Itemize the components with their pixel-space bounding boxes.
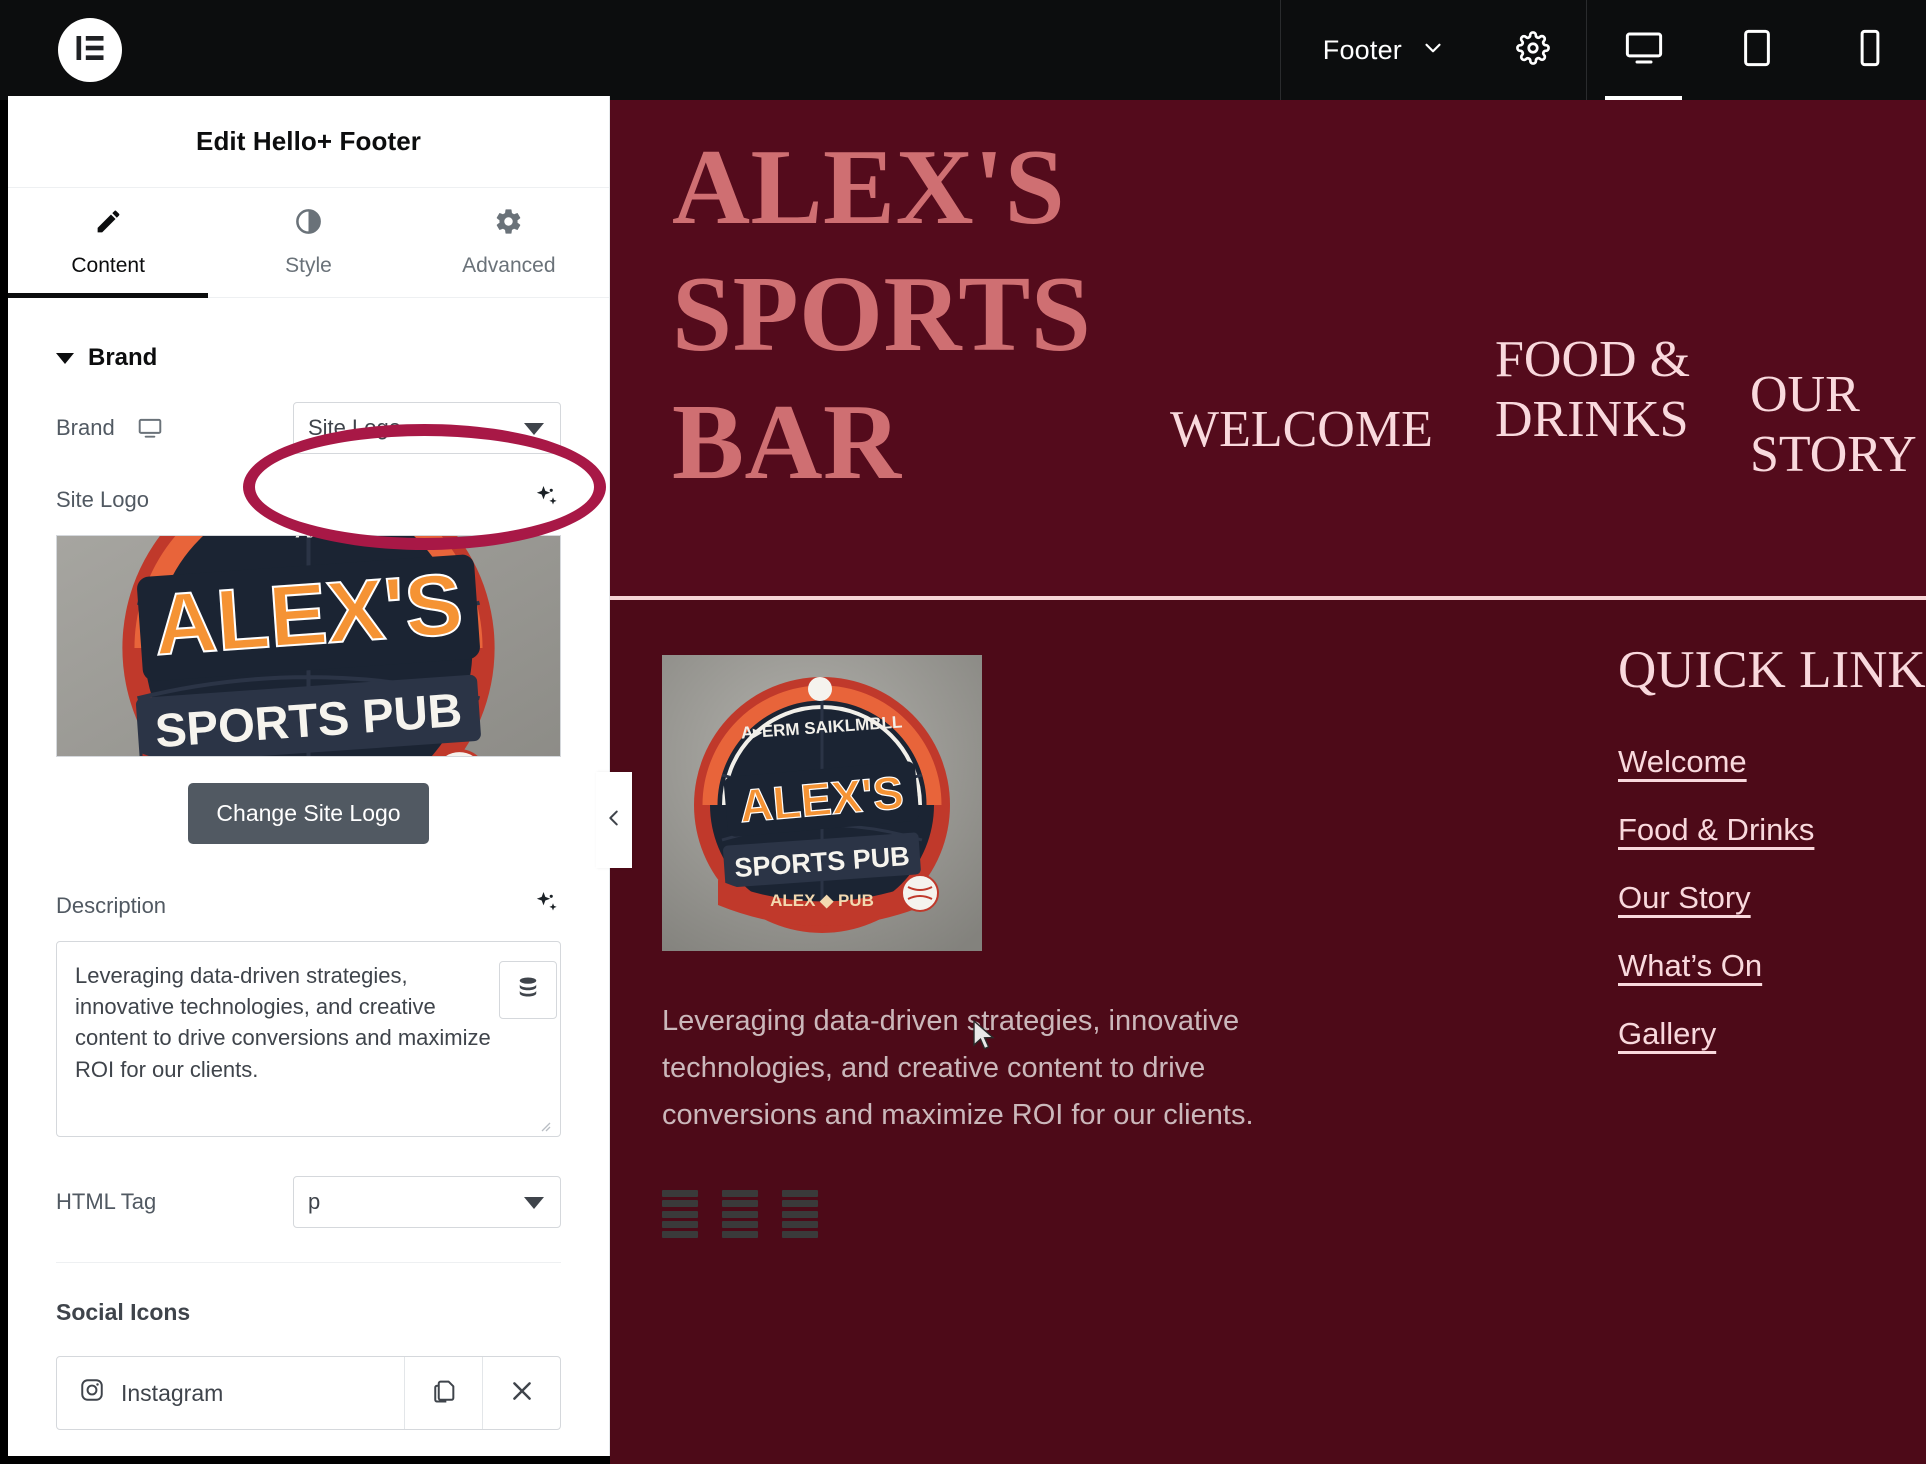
footer-logo-image[interactable]: A▸ERM SAIKLMBLL ALEX'S SPORTS PUB ALEX ◆… — [662, 655, 982, 951]
nav-item-welcome[interactable]: WELCOME — [1170, 400, 1433, 460]
hero-section: ALEX'S SPORTS BAR WELCOME FOOD & DRINKS … — [610, 100, 1926, 600]
social-placeholder-icon[interactable] — [782, 1190, 818, 1238]
sparkle-ai-icon[interactable] — [531, 482, 561, 517]
social-icon-label: Instagram — [121, 1379, 224, 1406]
mouse-cursor — [973, 1020, 995, 1050]
social-placeholder-icon[interactable] — [662, 1190, 698, 1238]
quick-links-title: QUICK LINKS — [1618, 641, 1926, 699]
document-switcher[interactable]: Footer — [1279, 0, 1480, 100]
control-brand-label: Brand — [56, 415, 115, 440]
mobile-icon — [1849, 27, 1891, 74]
site-nav: WELCOME FOOD & DRINKS OUR STORY — [1140, 100, 1926, 600]
pencil-icon — [94, 207, 123, 242]
description-textarea[interactable] — [56, 941, 561, 1137]
change-logo-row: Change Site Logo — [8, 783, 609, 844]
control-html-tag: HTML Tag p — [8, 1176, 609, 1228]
desktop-icon[interactable] — [137, 415, 163, 441]
footer-social-icons — [662, 1190, 818, 1238]
site-logo-label: Site Logo — [56, 486, 149, 512]
chevron-left-icon — [603, 807, 625, 834]
brand-select-value: Site Logo — [308, 415, 401, 440]
close-icon — [508, 1377, 536, 1410]
social-icons-heading: Social Icons — [56, 1299, 191, 1325]
html-tag-select[interactable]: p — [293, 1176, 561, 1228]
caret-down-icon — [56, 352, 74, 364]
duplicate-icon — [430, 1377, 458, 1410]
tab-style[interactable]: Style — [208, 188, 408, 297]
device-tablet-button[interactable] — [1700, 0, 1813, 100]
instagram-icon — [79, 1377, 105, 1409]
quick-link-food-drinks[interactable]: Food & Drinks — [1618, 812, 1926, 848]
quick-link-gallery[interactable]: Gallery — [1618, 1016, 1926, 1052]
social-icon-row-main[interactable]: Instagram — [57, 1357, 404, 1429]
sparkle-ai-icon[interactable] — [531, 888, 561, 923]
device-preview-group — [1586, 0, 1926, 100]
select-caret-icon — [524, 1197, 544, 1209]
document-settings-button[interactable] — [1480, 0, 1586, 100]
gear-icon — [1516, 30, 1550, 70]
quick-link-our-story[interactable]: Our Story — [1618, 880, 1926, 916]
svg-text:ALEX ◆ PUB: ALEX ◆ PUB — [770, 891, 874, 910]
chevron-down-icon — [1420, 35, 1446, 66]
section-brand-header[interactable]: Brand — [8, 298, 609, 402]
half-circle-icon — [294, 207, 323, 242]
footer-section: A▸ERM SAIKLMBLL ALEX'S SPORTS PUB ALEX ◆… — [610, 600, 1926, 1460]
elementor-logo-button[interactable] — [58, 18, 122, 82]
device-mobile-button[interactable] — [1813, 0, 1926, 100]
editor-topbar: Footer — [0, 0, 1926, 100]
desktop-icon — [1623, 27, 1665, 74]
brand-select[interactable]: Site Logo — [293, 402, 561, 454]
duplicate-social-icon-button[interactable] — [404, 1357, 482, 1429]
site-logo-label-row: Site Logo — [8, 482, 609, 517]
change-site-logo-button[interactable]: Change Site Logo — [188, 783, 429, 844]
panel-tabs: Content Style Advanced — [8, 188, 609, 298]
editor-panel: Edit Hello+ Footer Content Style Advance… — [8, 96, 610, 1456]
tab-advanced[interactable]: Advanced — [409, 188, 609, 297]
dynamic-tags-button[interactable] — [499, 961, 557, 1019]
tab-content[interactable]: Content — [8, 188, 209, 298]
panel-body: Brand Brand Site Logo Site Logo ALEX'S S… — [8, 298, 609, 1440]
select-caret-icon — [524, 423, 544, 435]
preview-canvas: ALEX'S SPORTS BAR WELCOME FOOD & DRINKS … — [610, 100, 1926, 1464]
html-tag-value: p — [308, 1189, 321, 1214]
description-label-row: Description — [8, 888, 609, 923]
quick-link-welcome[interactable]: Welcome — [1618, 744, 1926, 780]
svg-text:A▸: A▸ — [295, 535, 323, 542]
database-icon — [515, 975, 541, 1006]
document-label: Footer — [1322, 34, 1402, 65]
tab-content-label: Content — [71, 254, 145, 277]
site-logo-preview[interactable]: ALEX'S SPORTS PUB A▸ — [56, 535, 561, 757]
app-root: Footer ALEX'S SPORTS BAR WELCOME FOOD & … — [0, 0, 1926, 1464]
panel-collapse-handle[interactable] — [596, 772, 632, 868]
section-brand-title: Brand — [88, 344, 158, 371]
panel-title: Edit Hello+ Footer — [8, 96, 609, 188]
tablet-icon — [1736, 27, 1778, 74]
description-field-wrap — [56, 941, 561, 1142]
control-brand: Brand Site Logo — [8, 402, 609, 454]
quick-links-column: QUICK LINKS Welcome Food & Drinks Our St… — [1618, 640, 1926, 1084]
remove-social-icon-button[interactable] — [482, 1357, 560, 1429]
social-placeholder-icon[interactable] — [722, 1190, 758, 1238]
tab-advanced-label: Advanced — [462, 254, 556, 277]
device-desktop-button[interactable] — [1587, 0, 1700, 100]
nav-item-food-drinks[interactable]: FOOD & DRINKS — [1495, 330, 1695, 451]
html-tag-label: HTML Tag — [56, 1189, 157, 1214]
tab-style-label: Style — [285, 254, 332, 277]
gear-icon — [494, 207, 523, 242]
description-label: Description — [56, 892, 167, 918]
elementor-logo-icon — [72, 30, 108, 71]
site-title: ALEX'S SPORTS BAR — [672, 128, 1092, 502]
quick-link-whats-on[interactable]: What’s On — [1618, 948, 1926, 984]
social-icon-row-instagram[interactable]: Instagram — [56, 1356, 561, 1430]
topbar-right-group: Footer — [1279, 0, 1926, 100]
nav-item-our-story[interactable]: OUR STORY — [1750, 365, 1926, 486]
